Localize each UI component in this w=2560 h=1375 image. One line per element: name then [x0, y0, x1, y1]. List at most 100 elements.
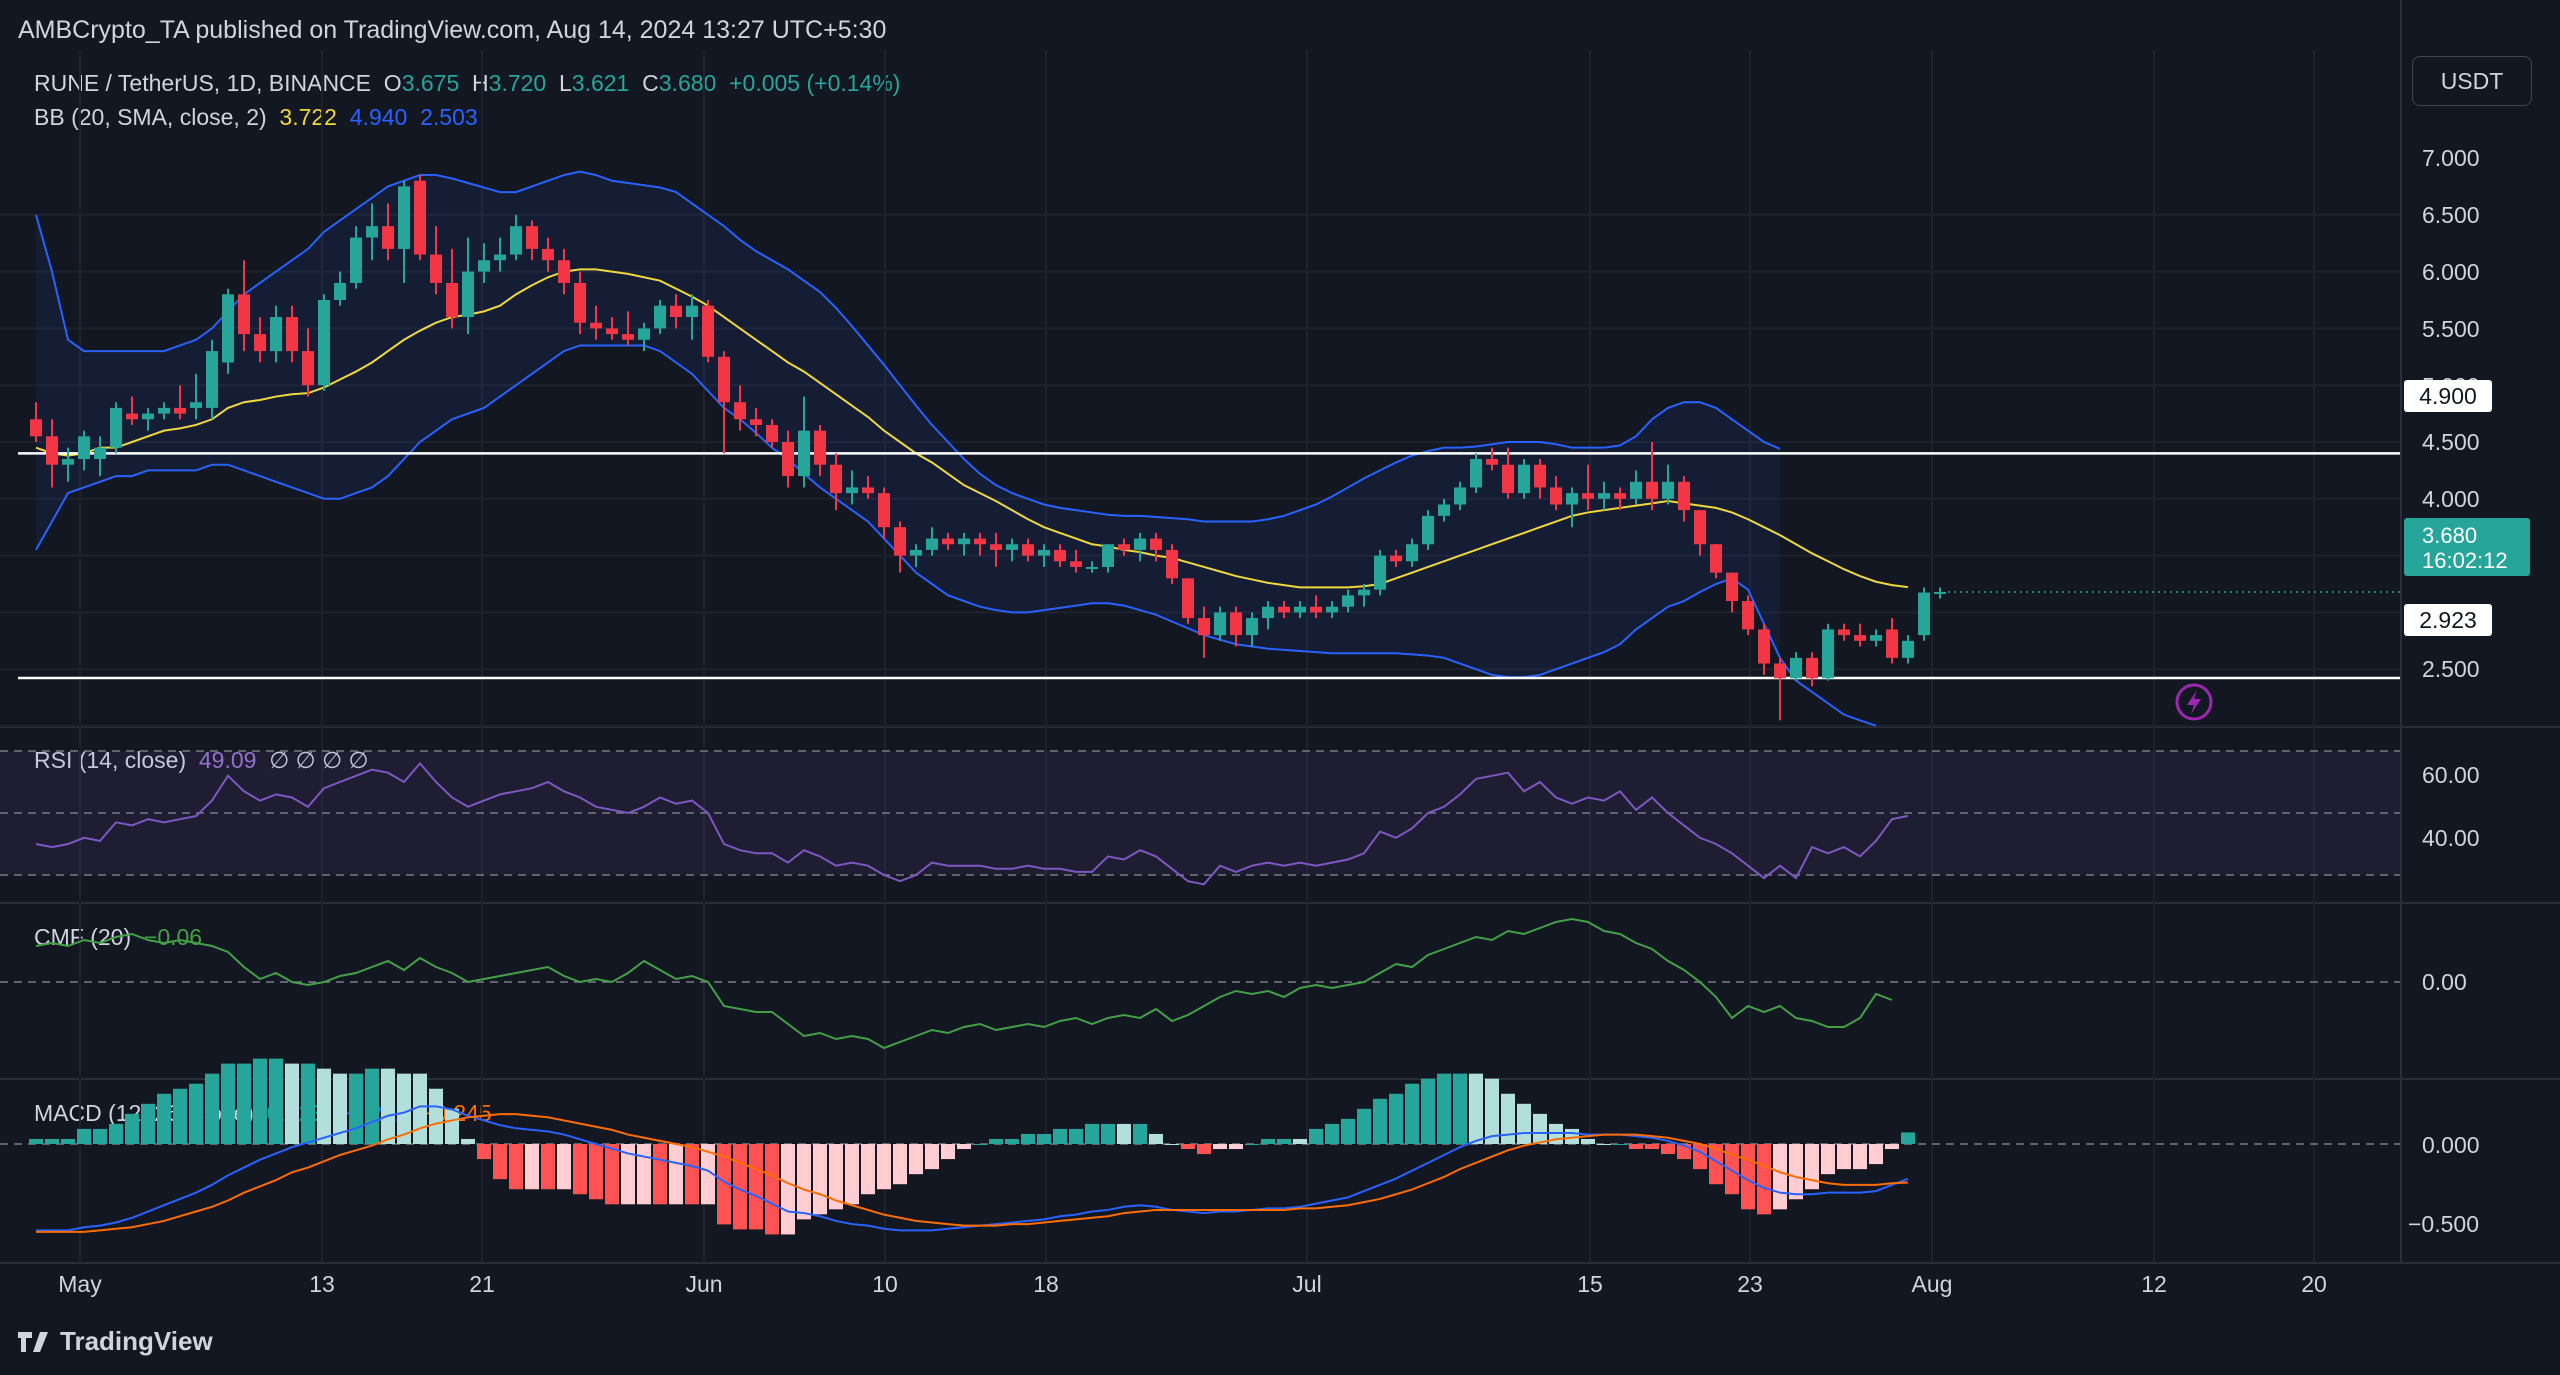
macd-histogram-bar — [1901, 1132, 1915, 1144]
time-tick-label: 13 — [309, 1271, 335, 1297]
macd-histogram-bar — [157, 1093, 171, 1144]
candle — [1582, 493, 1594, 499]
rsi-tick-label: 40.00 — [2422, 825, 2480, 851]
candle — [894, 527, 906, 556]
macd-histogram-bar — [957, 1144, 971, 1150]
macd-histogram-bar — [589, 1144, 603, 1200]
candle — [1358, 589, 1370, 596]
macd-histogram-bar — [221, 1063, 235, 1144]
macd-histogram-bar — [1485, 1078, 1499, 1144]
macd-histogram-bar — [1085, 1123, 1099, 1144]
candle — [686, 305, 698, 318]
candle — [1550, 487, 1562, 505]
macd-pane — [0, 1058, 2400, 1235]
candle — [206, 351, 218, 408]
cmf-line — [35, 917, 1893, 1050]
candle — [302, 351, 314, 386]
candle — [494, 254, 506, 261]
time-tick-label: 12 — [2141, 1271, 2167, 1297]
candle — [430, 254, 442, 283]
candle — [1262, 606, 1274, 619]
candle — [846, 487, 858, 494]
price-tick-label: 6.000 — [2422, 259, 2480, 285]
macd-histogram-bar — [1213, 1144, 1227, 1150]
candle — [1630, 481, 1642, 499]
candle — [1806, 657, 1818, 679]
candle — [1134, 538, 1146, 550]
candle — [510, 226, 522, 255]
macd-histogram-bar — [1693, 1144, 1707, 1170]
time-tick-label: 21 — [469, 1271, 495, 1297]
price-tick-label: 4.000 — [2422, 486, 2480, 512]
rsi-tick-label: 60.00 — [2422, 762, 2480, 788]
axis-separator — [2400, 0, 2402, 1262]
candle — [1438, 504, 1450, 516]
macd-histogram-bar — [1181, 1144, 1195, 1150]
macd-histogram-bar — [445, 1108, 459, 1144]
candle — [126, 413, 138, 420]
macd-line — [36, 1105, 1909, 1232]
candle — [1742, 601, 1754, 630]
resistance-badge-label: 4.900 — [2419, 383, 2477, 409]
macd-histogram-bar — [301, 1063, 315, 1144]
macd-histogram-bar — [1101, 1123, 1115, 1144]
candle — [158, 407, 170, 414]
candle — [1870, 635, 1882, 641]
candle — [478, 260, 490, 272]
lightning-icon[interactable] — [2175, 683, 2213, 721]
candle — [1374, 555, 1386, 590]
candle — [974, 538, 986, 545]
candle — [462, 271, 474, 318]
pane-separator — [0, 902, 2560, 904]
macd-histogram-bar — [1037, 1133, 1051, 1144]
macd-histogram-bar — [861, 1144, 875, 1195]
candle — [1166, 549, 1178, 579]
candle — [990, 544, 1002, 550]
candle — [222, 294, 234, 363]
macd-histogram-bar — [45, 1138, 59, 1144]
macd-histogram-bar — [189, 1083, 203, 1144]
candle — [286, 317, 298, 352]
candle — [1790, 657, 1802, 679]
macd-histogram-bar — [317, 1068, 331, 1144]
macd-histogram-bar — [1453, 1073, 1467, 1144]
candle — [1198, 618, 1210, 636]
candle — [1902, 640, 1914, 658]
macd-histogram-bar — [653, 1144, 667, 1205]
macd-histogram-bar — [1581, 1138, 1595, 1144]
candle — [622, 334, 634, 340]
candle — [1022, 544, 1034, 556]
candle — [1118, 544, 1130, 550]
macd-histogram-bar — [1021, 1133, 1035, 1144]
macd-histogram-bar — [893, 1144, 907, 1185]
macd-histogram-bar — [477, 1144, 491, 1160]
candle — [1182, 578, 1194, 619]
macd-histogram-bar — [1869, 1144, 1883, 1165]
candle — [1534, 464, 1546, 488]
candle — [94, 447, 106, 460]
macd-histogram-bar — [1533, 1113, 1547, 1144]
macd-histogram-bar — [1405, 1083, 1419, 1144]
candle — [1758, 629, 1770, 664]
rsi-band — [0, 751, 2400, 875]
macd-histogram-bar — [1773, 1144, 1787, 1210]
macd-histogram-bar — [1501, 1093, 1515, 1144]
macd-histogram-bar — [909, 1144, 923, 1175]
candle — [830, 464, 842, 494]
candle — [414, 180, 426, 255]
macd-histogram-bar — [541, 1144, 555, 1190]
candle — [1694, 510, 1706, 545]
candle — [1918, 592, 1930, 636]
macd-histogram-bar — [557, 1144, 571, 1190]
price-axis: 7.000 6.500 6.000 5.500 5.000 4.500 4.00… — [2408, 145, 2480, 1237]
candle — [1102, 544, 1114, 567]
chart-canvas[interactable]: 7.000 6.500 6.000 5.500 5.000 4.500 4.00… — [0, 0, 2560, 1375]
macd-signal-line — [36, 1113, 1909, 1233]
macd-histogram-bar — [1133, 1123, 1147, 1144]
candle — [942, 538, 954, 545]
price-tick-label: 2.500 — [2422, 656, 2480, 682]
macd-histogram-bar — [1437, 1073, 1451, 1144]
candle — [318, 300, 330, 386]
candle — [334, 282, 346, 300]
macd-histogram-bar — [573, 1144, 587, 1195]
